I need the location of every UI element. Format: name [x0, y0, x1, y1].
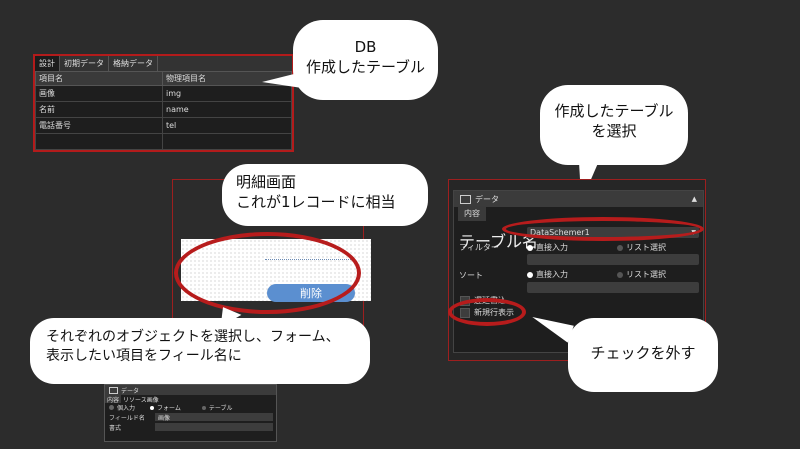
property-panel-header: データ ▲ [454, 191, 703, 207]
field-table: 項目名 物理項目名 画像 img 名前 name 電話番号 tel [35, 71, 292, 150]
mini-panel-title: データ [121, 387, 140, 395]
callout-db-line2: 作成したテーブル [305, 58, 426, 77]
mini-panel-header: データ [105, 385, 276, 395]
radio-form[interactable] [150, 405, 155, 410]
highlight-new-row-ellipse [448, 298, 526, 326]
filter-direct-label: 直接入力 [536, 243, 568, 252]
sort-direct-option[interactable]: 直接入力 [527, 269, 568, 280]
filter-list-option[interactable]: リスト選択 [617, 242, 666, 253]
callout-uncheck: チェックを外す [568, 318, 718, 392]
radio-filter-direct[interactable] [527, 244, 533, 251]
mini-format-input[interactable] [155, 423, 273, 431]
callout-uncheck-text: チェックを外す [590, 344, 696, 362]
table-cell [162, 133, 292, 150]
mini-format-label: 書式 [109, 424, 122, 432]
sort-list-option[interactable]: リスト選択 [617, 269, 666, 280]
callout-db-tail [262, 72, 302, 88]
tab-design[interactable]: 設計 [35, 56, 60, 71]
callout-detail: 明細画面 これが1レコードに相当 [222, 164, 428, 226]
callout-db: DB 作成したテーブル [293, 20, 438, 100]
table-cell: name [162, 101, 292, 118]
mini-tab-content[interactable]: 内容 [105, 395, 122, 404]
sort-label: ソート [459, 271, 483, 280]
tab-stored-data[interactable]: 格納データ [109, 56, 158, 71]
table-icon [460, 194, 471, 204]
radio-form-label: フォーム [157, 405, 181, 412]
callout-db-line1: DB [354, 38, 377, 56]
collapse-icon[interactable]: ▲ [692, 195, 697, 203]
callout-select-table: 作成したテーブル を選択 [540, 85, 688, 165]
radio-sort-list[interactable] [617, 271, 623, 278]
mini-radio-row: 個入力 フォーム テーブル [105, 403, 276, 412]
table-row[interactable]: 画像 img [35, 85, 292, 102]
sort-direct-label: 直接入力 [536, 270, 568, 279]
table-row[interactable]: 電話番号 tel [35, 117, 292, 134]
mini-panel-tabs: 内容 リソース画像 [105, 395, 276, 404]
callout-detail-line2: これが1レコードに相当 [236, 193, 396, 212]
table-row[interactable] [35, 133, 292, 150]
table-row[interactable]: 名前 name [35, 101, 292, 118]
mini-format-row: 書式 [105, 422, 276, 432]
header-item-name: 項目名 [35, 71, 163, 86]
mini-data-panel: データ 内容 リソース画像 個入力 フォーム テーブル フィールド名 画像 書式 [104, 384, 277, 442]
mini-tab-resource-image[interactable]: リソース画像 [121, 395, 161, 404]
radio-sort-direct[interactable] [527, 271, 533, 278]
callout-object-select: それぞれのオブジェクトを選択し、フォーム、 表示したい項目をフィール名に [30, 318, 370, 384]
property-panel-title: データ [475, 194, 499, 204]
filter-input[interactable] [527, 254, 699, 265]
radio-single[interactable] [109, 405, 114, 410]
filter-label: フィルター [459, 243, 499, 252]
table-icon [109, 386, 118, 394]
sort-input[interactable] [527, 282, 699, 293]
radio-table[interactable] [201, 405, 206, 410]
callout-object-line2: 表示したい項目をフィール名に [46, 347, 242, 364]
table-cell: tel [162, 117, 292, 134]
mini-field-select[interactable]: 画像 [155, 413, 273, 422]
db-table-panel: 設計 初期データ 格納データ 項目名 物理項目名 画像 img 名前 name … [33, 54, 294, 152]
mini-field-row: フィールド名 画像 [105, 412, 276, 422]
callout-object-line1: それぞれのオブジェクトを選択し、フォーム、 [46, 329, 340, 345]
table-cell: 名前 [35, 101, 163, 118]
radio-filter-list[interactable] [617, 244, 623, 251]
callout-select-line2: を選択 [591, 122, 637, 141]
sort-list-label: リスト選択 [626, 270, 666, 279]
tab-initial-data[interactable]: 初期データ [60, 56, 109, 71]
highlight-detail-ellipse [174, 232, 361, 314]
table-cell [35, 133, 163, 150]
radio-table-label: テーブル [208, 405, 233, 412]
callout-select-line1: 作成したテーブル [554, 102, 674, 120]
table-cell: 画像 [35, 85, 163, 102]
highlight-table-name-ellipse [502, 217, 704, 241]
filter-list-label: リスト選択 [626, 243, 666, 252]
radio-single-label: 個入力 [117, 405, 136, 412]
table-header-row: 項目名 物理項目名 [35, 71, 292, 86]
db-tabs: 設計 初期データ 格納データ [35, 56, 292, 71]
callout-detail-line1: 明細画面 [236, 173, 297, 191]
mini-field-label: フィールド名 [109, 414, 145, 422]
tab-content[interactable]: 内容 [458, 206, 486, 221]
table-cell: 電話番号 [35, 117, 163, 134]
filter-direct-option[interactable]: 直接入力 [527, 242, 568, 253]
